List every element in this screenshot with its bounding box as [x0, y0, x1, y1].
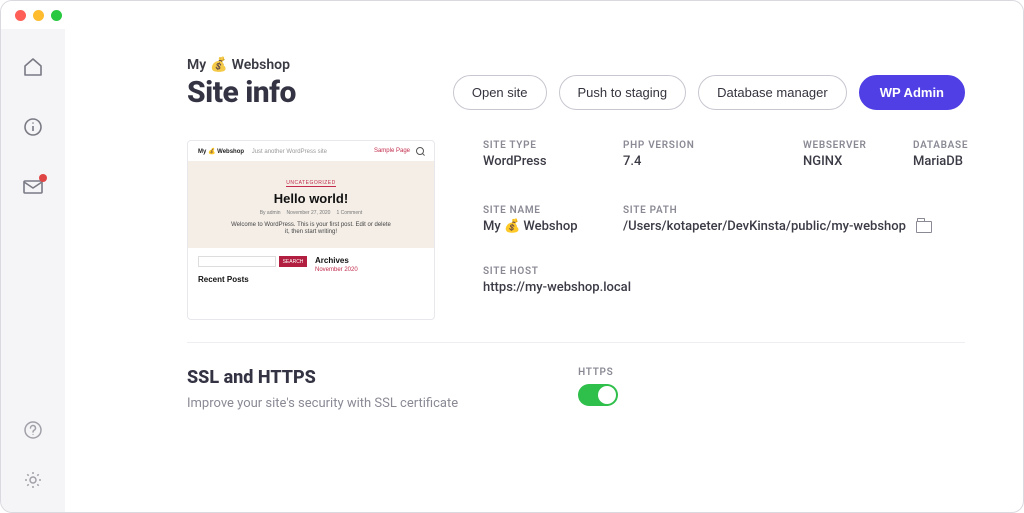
database-value: MariaDB	[913, 154, 1003, 169]
database-label: DATABASE	[913, 140, 1003, 151]
open-folder-icon[interactable]	[916, 221, 932, 233]
webserver-label: WEBSERVER	[803, 140, 883, 151]
database-manager-button[interactable]: Database manager	[698, 75, 847, 110]
site-host-value: https://my-webshop.local	[483, 280, 1003, 295]
toggle-knob	[598, 386, 616, 404]
preview-search-icon	[416, 147, 424, 155]
preview-tagline: Just another WordPress site	[252, 149, 327, 155]
content-area: My 💰 Webshop Site info Open site Push to…	[65, 29, 1023, 512]
php-version-label: PHP VERSION	[623, 140, 773, 151]
ssl-title: SSL and HTTPS	[187, 367, 458, 388]
info-grid: SITE TYPE WordPress PHP VERSION 7.4 WEBS…	[483, 140, 1003, 295]
titlebar	[1, 1, 1023, 29]
app-window: My 💰 Webshop Site info Open site Push to…	[0, 0, 1024, 513]
site-name-value: My 💰 Webshop	[483, 219, 593, 234]
moneybag-icon: 💰	[210, 57, 227, 73]
wp-admin-button[interactable]: WP Admin	[859, 75, 965, 110]
maximize-icon[interactable]	[51, 10, 62, 21]
preview-category: UNCATEGORIZED	[286, 180, 335, 187]
open-site-button[interactable]: Open site	[453, 75, 547, 110]
preview-sample-link: Sample Page	[374, 148, 410, 154]
sitename-prefix: My	[187, 57, 206, 73]
header-row: My 💰 Webshop Site info Open site Push to…	[187, 57, 965, 110]
site-type-label: SITE TYPE	[483, 140, 593, 151]
webserver-value: NGINX	[803, 154, 883, 169]
preview-post-title: Hello world!	[204, 191, 418, 206]
php-version-value: 7.4	[623, 154, 773, 169]
notification-badge	[39, 174, 47, 182]
mail-icon[interactable]	[23, 177, 43, 197]
preview-meta-date: November 27, 2020	[287, 210, 331, 216]
preview-recent-heading: Recent Posts	[198, 275, 307, 284]
info-icon[interactable]	[23, 117, 43, 137]
preview-archive-link: November 2020	[315, 267, 424, 273]
preview-meta-comments: 1 Comment	[336, 210, 362, 216]
breadcrumb-sitename: My 💰 Webshop	[187, 57, 296, 73]
site-info-row: My 💰 Webshop Just another WordPress site…	[187, 140, 965, 320]
home-icon[interactable]	[23, 57, 43, 77]
ssl-section: SSL and HTTPS Improve your site's securi…	[187, 367, 965, 411]
site-type-value: WordPress	[483, 154, 593, 169]
preview-search-btn: SEARCH	[279, 256, 307, 267]
page-title: Site info	[187, 75, 296, 110]
https-toggle-label: HTTPS	[578, 367, 618, 378]
push-to-staging-button[interactable]: Push to staging	[559, 75, 687, 110]
settings-icon[interactable]	[23, 470, 43, 490]
body-row: My 💰 Webshop Site info Open site Push to…	[1, 29, 1023, 512]
actions-bar: Open site Push to staging Database manag…	[453, 75, 965, 110]
close-icon[interactable]	[15, 10, 26, 21]
site-preview-thumbnail[interactable]: My 💰 Webshop Just another WordPress site…	[187, 140, 435, 320]
site-path-label: SITE PATH	[623, 205, 1003, 216]
divider	[187, 342, 965, 343]
preview-body-text: Welcome to WordPress. This is your first…	[231, 222, 391, 236]
site-path-value: /Users/kotapeter/DevKinsta/public/my-web…	[623, 219, 906, 234]
site-host-label: SITE HOST	[483, 266, 1003, 277]
help-icon[interactable]	[23, 420, 43, 440]
sidebar	[1, 29, 65, 512]
https-toggle[interactable]	[578, 384, 618, 406]
sitename-suffix: Webshop	[232, 57, 290, 73]
preview-search-input	[198, 256, 276, 267]
preview-meta-author: By admin	[260, 210, 281, 216]
site-name-label: SITE NAME	[483, 205, 593, 216]
ssl-subtitle: Improve your site's security with SSL ce…	[187, 396, 458, 411]
preview-brand: My 💰 Webshop	[198, 149, 244, 155]
minimize-icon[interactable]	[33, 10, 44, 21]
preview-archives-heading: Archives	[315, 256, 424, 265]
